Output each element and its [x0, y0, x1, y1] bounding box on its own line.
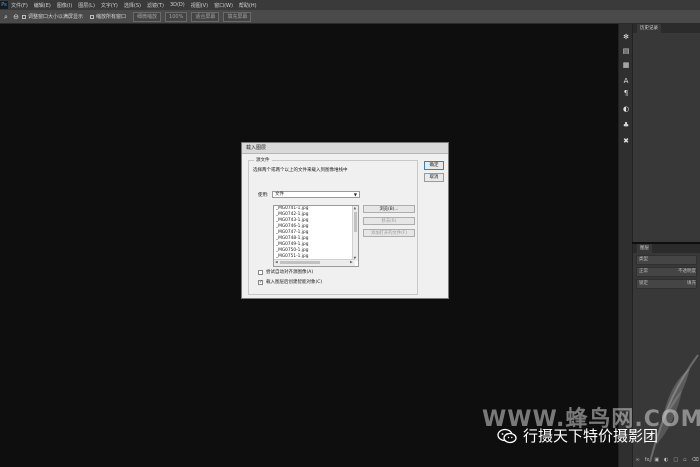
layers-kind-label: 类型 — [639, 257, 648, 262]
zoom-all-label: 缩放所有窗口 — [96, 14, 127, 20]
fit-screen-button[interactable]: 适合屏幕 — [191, 11, 220, 22]
remove-button[interactable]: 移去(R) — [363, 217, 415, 225]
use-select[interactable]: 文件 ▼ — [272, 191, 360, 198]
file-list[interactable]: _MG0741-1.jpg _MG0742-1.jpg _MG0743-1.jp… — [273, 205, 359, 267]
history-panel: 历史记录 — [632, 24, 700, 242]
lock-label: 锁定 — [639, 281, 648, 286]
chevron-down-icon: ▼ — [353, 192, 357, 197]
file-list-horizontal-scrollbar[interactable]: ◀ ▶ — [274, 259, 355, 266]
ruler-icon[interactable]: ▤ — [621, 46, 631, 56]
account-name: 行摄天下特价摄影团 — [523, 427, 659, 445]
smart-object-option[interactable]: ✓ 载入图层后创建智能对象(C) — [258, 279, 322, 285]
photoshop-window: Ps 文件(F) 编辑(E) 图像(I) 图层(L) 文字(Y) 选择(S) 滤… — [0, 0, 700, 467]
layers-lock-row: 锁定 填充 — [636, 279, 697, 289]
menu-image[interactable]: 图像(I) — [57, 2, 72, 9]
cancel-button[interactable]: 取消 — [424, 173, 444, 182]
file-list-vertical-scrollbar[interactable]: ▲ ▼ — [352, 206, 358, 261]
resize-windows-label: 调整窗口大小以满屏显示 — [28, 14, 84, 20]
scroll-right-icon[interactable]: ▶ — [350, 260, 353, 264]
menu-layer[interactable]: 图层(L) — [78, 2, 95, 9]
tab-history[interactable]: 历史记录 — [637, 24, 661, 33]
paragraph-icon[interactable]: ¶ — [621, 88, 631, 98]
menu-type[interactable]: 文字(Y) — [101, 2, 118, 9]
source-files-group-title: 源文件 — [254, 157, 272, 163]
fill-screen-button[interactable]: 填充屏幕 — [223, 11, 252, 22]
wechat-icon — [497, 428, 517, 443]
zoom-icon[interactable]: ⌕ — [2, 13, 10, 21]
menu-edit[interactable]: 编辑(E) — [34, 2, 51, 9]
actual-pixels-button[interactable]: 100% — [165, 11, 188, 22]
options-bar: ⌕ ⊖ 调整窗口大小以满屏显示 缩放所有窗口 细微缩放 100% 适合屏幕 填充… — [0, 10, 700, 24]
menu-bar: Ps 文件(F) 编辑(E) 图像(I) 图层(L) 文字(Y) 选择(S) 滤… — [0, 0, 700, 10]
add-open-files-button[interactable]: 添加打开的文件(F) — [363, 229, 415, 237]
smart-object-checkbox[interactable]: ✓ — [258, 279, 263, 285]
zoom-out-icon[interactable]: ⊖ — [12, 13, 20, 21]
browse-button[interactable]: 浏览(B)... — [363, 205, 415, 213]
menu-file[interactable]: 文件(F) — [11, 2, 28, 9]
history-panel-tabs: 历史记录 — [633, 24, 700, 33]
resize-windows-checkbox[interactable] — [22, 14, 26, 19]
scrubby-zoom-button[interactable]: 细微缩放 — [133, 11, 162, 22]
file-list-horizontal-thumb[interactable] — [280, 261, 320, 264]
ok-button[interactable]: 确定 — [424, 161, 444, 170]
photoshop-logo: Ps — [0, 1, 8, 9]
load-layers-dialog: 载入图层 源文件 选择两个或两个以上的文件来载入到图像堆栈中 使用: 文件 ▼ … — [241, 142, 449, 299]
menu-window[interactable]: 窗口(W) — [214, 2, 233, 9]
file-list-vertical-thumb[interactable] — [354, 212, 357, 232]
dialog-title: 载入图层 — [242, 143, 448, 154]
auto-align-label: 尝试自动对齐源图像(A) — [266, 270, 314, 275]
tools-icon[interactable]: ✖ — [621, 136, 631, 146]
menu-view[interactable]: 视图(V) — [191, 2, 208, 9]
character-icon[interactable]: A — [621, 76, 631, 86]
menu-select[interactable]: 选择(S) — [124, 2, 141, 9]
opacity-label: 不透明度 — [678, 269, 696, 274]
blend-mode-select[interactable]: 正常 — [639, 268, 648, 276]
use-label: 使用: — [258, 193, 269, 198]
properties-icon[interactable]: ▦ — [621, 60, 631, 70]
tab-layers[interactable]: 图层 — [637, 244, 652, 253]
layers-panel-tabs: 图层 — [633, 244, 700, 253]
fill-label: 填充 — [687, 281, 696, 286]
auto-align-option[interactable]: 尝试自动对齐源图像(A) — [258, 269, 313, 275]
auto-align-checkbox[interactable] — [258, 269, 263, 275]
account-watermark: 行摄天下特价摄影团 — [497, 425, 658, 446]
zoom-all-option[interactable]: 缩放所有窗口 — [90, 13, 126, 20]
history-icon[interactable]: ✻ — [621, 32, 631, 42]
menu-filter[interactable]: 滤镜(T) — [147, 2, 164, 9]
use-select-value: 文件 — [275, 192, 284, 197]
dialog-instruction: 选择两个或两个以上的文件来载入到图像堆栈中 — [253, 168, 348, 173]
scroll-left-icon[interactable]: ◀ — [275, 260, 278, 264]
scroll-up-icon[interactable]: ▲ — [354, 206, 357, 210]
layers-mode-row: 正常 不透明度 — [636, 267, 697, 277]
menu-help[interactable]: 帮助(H) — [239, 2, 257, 9]
resize-windows-option[interactable]: 调整窗口大小以满屏显示 — [22, 13, 83, 20]
smart-object-label: 载入图层后创建智能对象(C) — [266, 280, 323, 285]
menu-3d[interactable]: 3D(D) — [170, 2, 185, 8]
zoom-all-checkbox[interactable] — [90, 14, 95, 19]
swatches-icon[interactable]: ♣ — [621, 120, 631, 130]
layers-kind-filter[interactable]: 类型 — [636, 255, 697, 265]
color-icon[interactable]: ◐ — [621, 104, 631, 114]
